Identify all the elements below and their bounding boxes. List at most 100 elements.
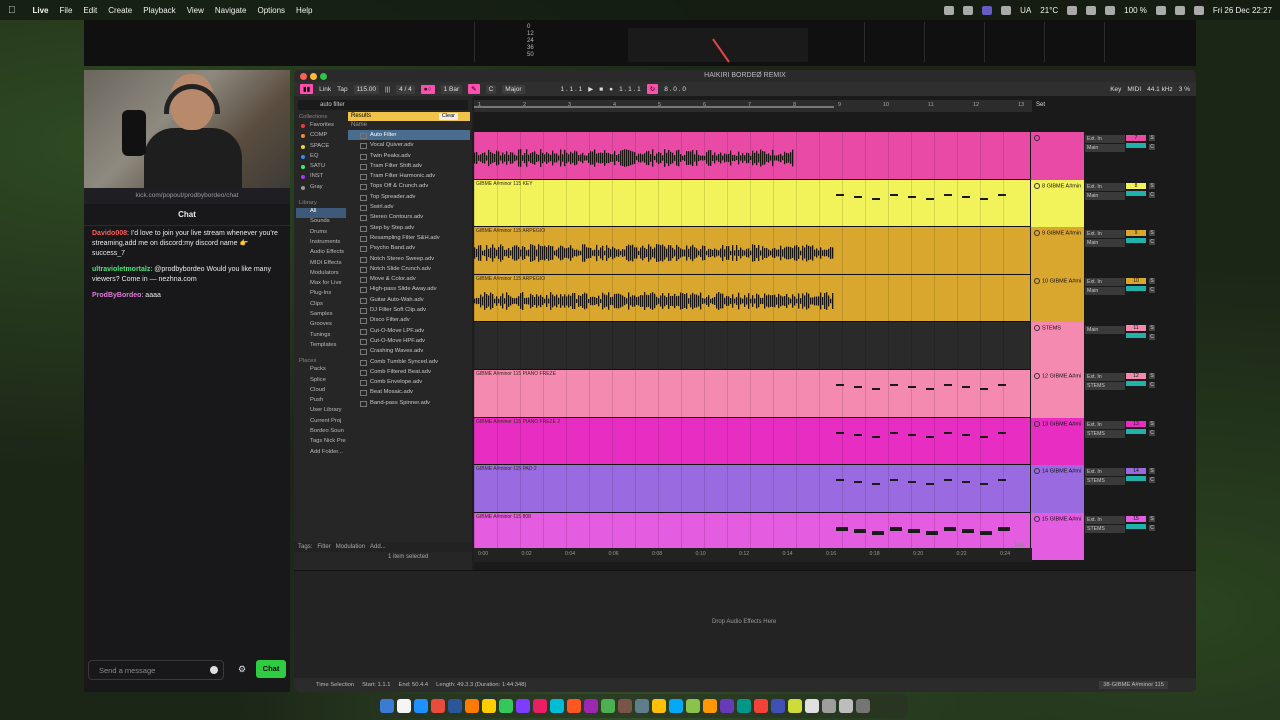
track-lane[interactable] [474,132,1030,180]
collection-item[interactable]: COMP [296,132,346,142]
tag-filter[interactable]: Filter [317,542,330,552]
browser-result-item[interactable]: Top Spreader.adv [348,192,470,202]
collection-item[interactable]: INST [296,173,346,183]
browser-result-item[interactable]: Twin Peaks.adv [348,151,470,161]
browser-result-item[interactable]: Tops Off & Crunch.adv [348,181,470,191]
track-name[interactable]: 10 GIBME A#min [1034,277,1081,284]
dock-app-icon[interactable] [431,699,445,713]
browser-result-item[interactable]: Band-pass Spinner.adv [348,398,470,408]
track-name[interactable]: 14 GIBME A#min [1034,468,1081,475]
midi-note[interactable] [890,431,898,434]
clip-title[interactable]: GIBME A#minor 115 PIANO FREZE [476,371,556,377]
menu-view[interactable]: View [187,6,204,15]
browser-result-item[interactable]: Disco Filter.adv [348,315,470,325]
track-activator[interactable]: 14 [1126,468,1146,475]
midi-note[interactable] [926,197,934,200]
library-item[interactable]: All [296,208,346,219]
battery-percent[interactable]: 100 % [1124,6,1147,15]
track-lane[interactable]: GIBME A#minor 115 KEY [474,179,1030,228]
pan-knob[interactable]: C [1149,382,1155,388]
input-type-select[interactable]: Ext. In [1085,420,1125,429]
output-type-select[interactable]: Main [1085,286,1125,295]
clock[interactable]: Fri 26 Dec 22:27 [1213,6,1272,15]
browser-result-item[interactable]: Move & Color.adv [348,274,470,284]
track-fold-icon[interactable] [1034,325,1040,332]
battery-icon[interactable] [1155,5,1166,15]
menu-file[interactable]: File [60,6,73,15]
menu-options[interactable]: Options [257,6,285,15]
track-header[interactable]: 8 GIBME A#min [1031,179,1084,228]
track-activator[interactable]: 11 [1126,325,1146,332]
key-map-button[interactable]: Key [1110,86,1121,93]
dock-app-icon[interactable] [771,699,785,713]
gear-icon[interactable]: ⚙ [238,664,246,675]
track-activator[interactable]: 9 [1126,230,1146,237]
library-item[interactable]: Plug-Ins [296,290,346,300]
track-fold-icon[interactable] [1034,515,1040,522]
chat-username[interactable]: Davido008 [92,230,127,237]
dock-app-icon[interactable] [397,699,411,713]
set-label[interactable]: Set [1036,102,1045,108]
volume-fader[interactable] [1126,381,1146,386]
dock-app-icon[interactable] [584,699,598,713]
input-type-select[interactable]: Ext. In [1085,515,1125,524]
chat-input[interactable]: Send a message [88,660,224,680]
track-lane[interactable]: GIBME A#minor 115 ARPEGIO [474,274,1030,323]
volume-fader[interactable] [1126,190,1146,196]
dock-app-icon[interactable] [754,699,768,713]
solo-button[interactable]: S [1149,468,1155,475]
solo-button[interactable]: S [1149,515,1155,522]
midi-note[interactable] [980,388,988,390]
device-view[interactable]: Drop Audio Effects Here [294,570,1196,678]
places-item[interactable]: Current Proj [296,418,346,428]
track-fold-icon[interactable] [1034,182,1040,189]
dock-app-icon[interactable] [499,699,513,713]
midi-note[interactable] [854,195,862,198]
track-header[interactable]: 15 GIBME A#min [1031,512,1084,561]
track-name[interactable]: 15 GIBME A#min [1034,515,1081,522]
midi-note[interactable] [908,195,916,198]
midi-note[interactable] [926,530,938,535]
track-name[interactable]: 8 GIBME A#min [1034,182,1081,189]
search-icon[interactable] [1174,5,1185,15]
apple-icon[interactable]:  [8,5,16,16]
track-fold-icon[interactable] [1034,135,1040,141]
midi-map-button[interactable]: MIDI [1127,86,1141,93]
browser-result-item[interactable]: Comb Envelope.adv [348,377,470,387]
output-type-select[interactable]: Main [1085,239,1125,248]
places-item[interactable]: Splice [296,377,346,387]
volume-fader[interactable] [1126,523,1146,529]
dock-app-icon[interactable] [788,699,802,713]
pan-knob[interactable]: C [1149,191,1155,198]
browser-result-item[interactable]: Comb Filtered Beat.adv [348,367,470,377]
track-header[interactable]: 14 GIBME A#min [1031,465,1084,513]
library-item[interactable]: Audio Effects [296,249,346,259]
collection-item[interactable]: Gray [296,184,346,194]
midi-note[interactable] [998,431,1006,434]
loop-length[interactable]: 8 . 0 . 0 [664,86,686,93]
library-item[interactable]: Tunings [296,332,346,342]
track-lane[interactable] [474,322,1030,370]
output-type-select[interactable]: STEMS [1085,524,1125,533]
library-item[interactable]: Modulators [296,270,346,280]
chat-username[interactable]: ultravioletmortalz [92,266,150,273]
dock-app-icon[interactable] [635,699,649,713]
collection-item[interactable]: EQ [296,153,346,163]
midi-note[interactable] [908,481,916,484]
library-item[interactable]: Samples [296,311,346,321]
output-type-select[interactable]: Main [1085,326,1125,335]
solo-button[interactable]: S [1149,182,1155,189]
pan-knob[interactable]: C [1149,429,1155,436]
minimize-button[interactable] [310,73,317,80]
volume-fader[interactable] [1126,476,1146,482]
record-icon[interactable]: ● [609,86,613,93]
midi-note[interactable] [908,386,916,388]
selected-track-name[interactable]: 38-GIBME A#minor 115 [1099,681,1168,689]
volume-fader[interactable] [1126,333,1146,339]
library-item[interactable]: Clips [296,301,346,311]
midi-note[interactable] [854,528,866,533]
track-lane[interactable]: GIBME A#minor 115 PIANO FREZE [474,370,1030,418]
clear-button[interactable]: Clear [438,113,458,120]
track-header[interactable] [1031,132,1084,180]
tap-button[interactable]: Tap [337,86,347,93]
